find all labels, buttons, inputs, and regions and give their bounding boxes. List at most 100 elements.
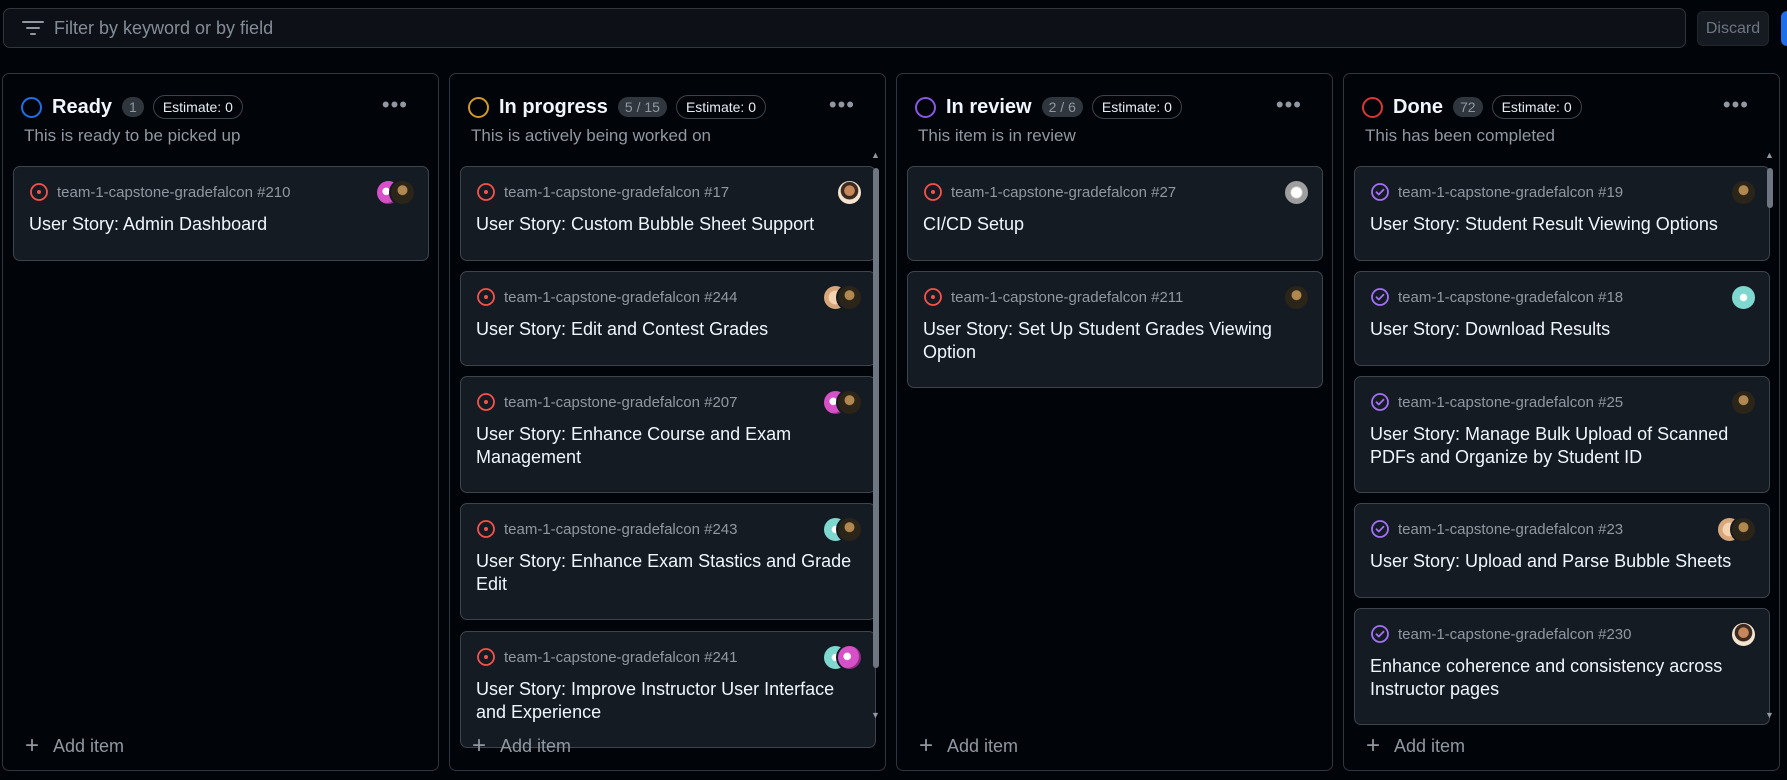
issue-open-icon [924,183,942,201]
assignee-avatars [1730,389,1757,416]
column-menu-button[interactable]: ••• [829,92,855,118]
column-menu-button[interactable]: ••• [1723,92,1749,118]
issue-reference[interactable]: team-1-capstone-gradefalcon #210 [57,184,290,201]
assignee-avatars [375,179,416,206]
assignee-avatars [1716,516,1757,543]
column-header: In review 2 / 6 Estimate: 0 [915,92,1182,122]
assignee-avatars [1730,621,1757,648]
issue-closed-icon [1371,288,1389,306]
issue-reference[interactable]: team-1-capstone-gradefalcon #27 [951,184,1176,201]
issue-card[interactable]: team-1-capstone-gradefalcon #18 User Sto… [1354,271,1770,366]
assignee-avatar[interactable] [1730,179,1757,206]
issue-title[interactable]: User Story: Student Result Viewing Optio… [1370,213,1749,236]
issue-title[interactable]: CI/CD Setup [923,213,1302,236]
issue-reference[interactable]: team-1-capstone-gradefalcon #19 [1398,184,1623,201]
scroll-up-arrow-icon[interactable]: ▲ [871,150,880,160]
column-scrollbar[interactable]: ▲ ▼ [869,150,883,720]
column-header: Done 72 Estimate: 0 [1362,92,1582,122]
add-item-label: Add item [500,735,572,756]
issue-card[interactable]: team-1-capstone-gradefalcon #23 User Sto… [1354,503,1770,598]
issue-reference[interactable]: team-1-capstone-gradefalcon #244 [504,289,737,306]
scroll-down-arrow-icon[interactable]: ▼ [1765,710,1774,720]
estimate-badge: Estimate: 0 [1491,95,1582,119]
scrollbar-thumb[interactable] [1767,168,1773,208]
issue-reference[interactable]: team-1-capstone-gradefalcon #230 [1398,626,1631,643]
status-circle-icon [21,96,42,118]
issue-card[interactable]: team-1-capstone-gradefalcon #211 User St… [907,271,1323,388]
issue-title[interactable]: User Story: Enhance Exam Stastics and Gr… [476,550,855,596]
column-menu-button[interactable]: ••• [1276,92,1302,118]
issue-card[interactable]: team-1-capstone-gradefalcon #27 CI/CD Se… [907,166,1323,261]
column-scrollbar[interactable]: ▲ ▼ [1763,150,1777,720]
assignee-avatar[interactable] [1730,284,1757,311]
issue-title[interactable]: User Story: Set Up Student Grades Viewin… [923,318,1302,364]
issue-reference[interactable]: team-1-capstone-gradefalcon #241 [504,649,737,666]
assignee-avatar[interactable] [836,179,863,206]
item-count-badge: 2 / 6 [1041,97,1083,117]
issue-reference[interactable]: team-1-capstone-gradefalcon #18 [1398,289,1623,306]
column-title: In review [946,95,1032,118]
issue-title[interactable]: User Story: Improve Instructor User Inte… [476,678,855,724]
column-menu-button[interactable]: ••• [382,92,408,118]
scroll-up-arrow-icon[interactable]: ▲ [1765,150,1774,160]
add-item-button[interactable]: + Add item [1366,732,1465,760]
issue-title[interactable]: User Story: Custom Bubble Sheet Support [476,213,855,236]
status-circle-icon [1362,96,1383,118]
issue-reference[interactable]: team-1-capstone-gradefalcon #17 [504,184,729,201]
scroll-down-arrow-icon[interactable]: ▼ [871,710,880,720]
assignee-avatar[interactable] [1730,621,1757,648]
card-meta: team-1-capstone-gradefalcon #17 [476,182,729,202]
assignee-avatar[interactable] [1283,284,1310,311]
issue-reference[interactable]: team-1-capstone-gradefalcon #23 [1398,521,1623,538]
assignee-avatars [822,644,863,671]
filter-input[interactable] [54,17,1554,39]
assignee-avatar[interactable] [389,179,416,206]
issue-card[interactable]: team-1-capstone-gradefalcon #244 User St… [460,271,876,366]
assignee-avatar[interactable] [836,516,863,543]
issue-title[interactable]: User Story: Edit and Contest Grades [476,318,855,341]
issue-title[interactable]: User Story: Download Results [1370,318,1749,341]
issue-reference[interactable]: team-1-capstone-gradefalcon #25 [1398,394,1623,411]
column-description: This has been completed [1365,126,1555,145]
plus-icon: + [919,732,934,759]
issue-card[interactable]: team-1-capstone-gradefalcon #230 Enhance… [1354,608,1770,725]
scrollbar-thumb[interactable] [873,168,879,668]
card-meta: team-1-capstone-gradefalcon #210 [29,182,290,202]
issue-card[interactable]: team-1-capstone-gradefalcon #241 User St… [460,631,876,748]
add-item-button[interactable]: + Add item [25,732,124,760]
assignee-avatar[interactable] [1283,179,1310,206]
card-list: team-1-capstone-gradefalcon #19 User Sto… [1354,166,1770,770]
issue-title[interactable]: User Story: Manage Bulk Upload of Scanne… [1370,423,1749,469]
issue-reference[interactable]: team-1-capstone-gradefalcon #243 [504,521,737,538]
assignee-avatars [1283,179,1310,206]
add-item-button[interactable]: + Add item [472,732,571,760]
issue-card[interactable]: team-1-capstone-gradefalcon #207 User St… [460,376,876,493]
issue-card[interactable]: team-1-capstone-gradefalcon #17 User Sto… [460,166,876,261]
issue-title[interactable]: Enhance coherence and consistency across… [1370,655,1749,701]
issue-card[interactable]: team-1-capstone-gradefalcon #210 User St… [13,166,429,261]
issue-reference[interactable]: team-1-capstone-gradefalcon #207 [504,394,737,411]
estimate-badge: Estimate: 0 [152,95,243,119]
save-button[interactable] [1781,11,1787,46]
discard-button[interactable]: Discard [1697,11,1769,46]
issue-title[interactable]: User Story: Admin Dashboard [29,213,408,236]
assignee-avatars [1283,284,1310,311]
assignee-avatar[interactable] [836,389,863,416]
issue-reference[interactable]: team-1-capstone-gradefalcon #211 [951,289,1183,306]
issue-closed-icon [1371,520,1389,538]
assignee-avatar[interactable] [1730,389,1757,416]
add-item-button[interactable]: + Add item [919,732,1018,760]
item-count-badge: 1 [122,97,144,117]
issue-open-icon [477,183,495,201]
issue-title[interactable]: User Story: Enhance Course and Exam Mana… [476,423,855,469]
issue-card[interactable]: team-1-capstone-gradefalcon #25 User Sto… [1354,376,1770,493]
issue-card[interactable]: team-1-capstone-gradefalcon #19 User Sto… [1354,166,1770,261]
card-meta: team-1-capstone-gradefalcon #27 [923,182,1176,202]
issue-card[interactable]: team-1-capstone-gradefalcon #243 User St… [460,503,876,620]
card-list: team-1-capstone-gradefalcon #17 User Sto… [460,166,876,770]
assignee-avatar[interactable] [836,284,863,311]
issue-title[interactable]: User Story: Upload and Parse Bubble Shee… [1370,550,1749,573]
card-meta: team-1-capstone-gradefalcon #18 [1370,287,1623,307]
assignee-avatar[interactable] [836,644,863,671]
assignee-avatar[interactable] [1730,516,1757,543]
